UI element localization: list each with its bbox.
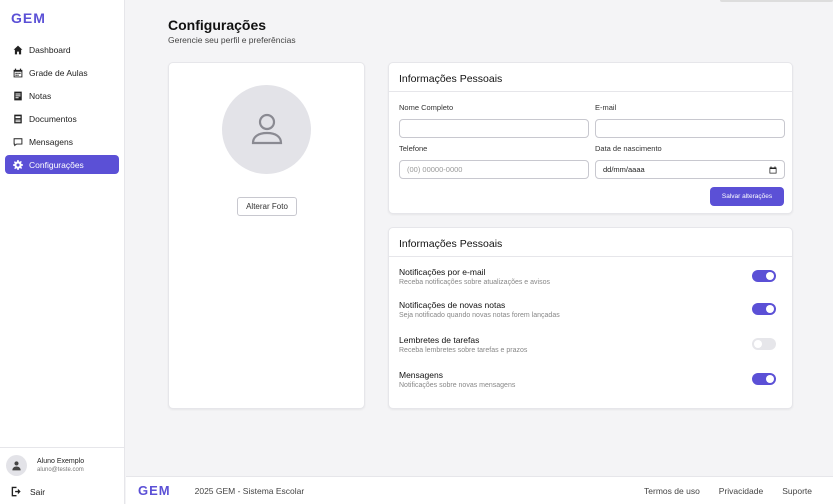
- notification-title: Notificações de novas notas: [399, 300, 506, 310]
- toggle-knob: [754, 340, 762, 348]
- card-title: Informações Pessoais: [399, 73, 503, 85]
- sidebar-item-notas[interactable]: Notas: [5, 86, 119, 105]
- profile-photo-card: Alterar Foto: [168, 62, 365, 409]
- sidebar-nav: Dashboard Grade de Aulas Notas Documento…: [5, 40, 119, 178]
- toggle-knob: [766, 272, 774, 280]
- sidebar-item-configuracoes[interactable]: Configurações: [5, 155, 119, 174]
- sidebar-item-dashboard[interactable]: Dashboard: [5, 40, 119, 59]
- logout-label: Sair: [30, 486, 46, 497]
- document-icon: [12, 113, 23, 124]
- phone-field[interactable]: (00) 00000-0000: [399, 160, 589, 179]
- birth-date-field[interactable]: dd/mm/aaaa: [595, 160, 785, 179]
- messages-toggle[interactable]: [752, 373, 776, 385]
- footer-links: Termos de uso Privacidade Suporte: [625, 486, 812, 496]
- footer-link-support[interactable]: Suporte: [782, 486, 812, 496]
- sidebar: GEM Dashboard Grade de Aulas Notas Docum…: [0, 0, 125, 504]
- logout-button[interactable]: Sair: [6, 486, 119, 497]
- notification-grades: Notificações de novas notas Seja notific…: [399, 300, 784, 319]
- page-title: Configurações: [168, 17, 267, 33]
- notification-email: Notificações por e-mail Receba notificaç…: [399, 267, 784, 286]
- sidebar-item-label: Notas: [29, 90, 52, 101]
- notification-title: Notificações por e-mail: [399, 267, 486, 277]
- sidebar-item-label: Documentos: [29, 113, 77, 124]
- phone-label: Telefone: [399, 144, 428, 153]
- profile-photo: [222, 85, 311, 174]
- page-subtitle: Gerencie seu perfil e preferências: [168, 35, 296, 45]
- divider: [389, 91, 792, 92]
- sidebar-item-label: Grade de Aulas: [29, 67, 88, 78]
- notification-description: Receba lembretes sobre tarefas e prazos: [399, 347, 528, 354]
- notification-messages: Mensagens Notificações sobre novas mensa…: [399, 370, 784, 389]
- sidebar-item-label: Mensagens: [29, 136, 73, 147]
- user-profile[interactable]: Aluno Exemplo aluno@teste.com: [6, 455, 119, 476]
- footer: GEM 2025 GEM - Sistema Escolar Termos de…: [126, 476, 833, 504]
- birth-date-label: Data de nascimento: [595, 144, 662, 153]
- logout-icon: [11, 486, 21, 497]
- notification-title: Lembretes de tarefas: [399, 335, 480, 345]
- change-photo-button[interactable]: Alterar Foto: [237, 197, 297, 216]
- sidebar-item-grade-de-aulas[interactable]: Grade de Aulas: [5, 63, 119, 82]
- calendar-icon: [12, 67, 23, 78]
- email-label: E-mail: [595, 103, 617, 112]
- sidebar-item-mensagens[interactable]: Mensagens: [5, 132, 119, 151]
- footer-logo: GEM: [138, 483, 171, 498]
- gear-icon: [12, 159, 23, 170]
- user-email: aluno@teste.com: [37, 467, 84, 473]
- email-notifications-toggle[interactable]: [752, 270, 776, 282]
- user-name: Aluno Exemplo: [37, 458, 85, 465]
- top-divider: [720, 0, 833, 2]
- calendar-icon: [769, 166, 777, 173]
- notification-title: Mensagens: [399, 370, 443, 380]
- footer-link-terms[interactable]: Termos de uso: [644, 486, 700, 496]
- grades-notifications-toggle[interactable]: [752, 303, 776, 315]
- name-field[interactable]: [399, 119, 589, 138]
- notes-icon: [12, 90, 23, 101]
- divider: [389, 256, 792, 257]
- birth-date-placeholder: dd/mm/aaaa: [603, 165, 645, 174]
- notification-description: Seja notificado quando novas notas forem…: [399, 312, 560, 319]
- footer-link-privacy[interactable]: Privacidade: [719, 486, 763, 496]
- footer-copyright: 2025 GEM - Sistema Escolar: [194, 485, 305, 496]
- avatar: [6, 455, 27, 476]
- personal-info-card: Informações Pessoais Nome Completo E-mai…: [388, 62, 793, 214]
- message-icon: [12, 136, 23, 147]
- sidebar-item-label: Dashboard: [29, 44, 71, 55]
- user-panel: Aluno Exemplo aluno@teste.com Sair: [0, 447, 125, 504]
- sidebar-item-documentos[interactable]: Documentos: [5, 109, 119, 128]
- notification-reminders: Lembretes de tarefas Receba lembretes so…: [399, 335, 784, 354]
- app-logo[interactable]: GEM: [11, 10, 46, 26]
- reminders-toggle[interactable]: [752, 338, 776, 350]
- save-button[interactable]: Salvar alterações: [710, 187, 784, 206]
- toggle-knob: [766, 375, 774, 383]
- user-icon: [12, 461, 21, 471]
- notification-description: Notificações sobre novas mensagens: [399, 382, 516, 389]
- card-title: Informações Pessoais: [399, 238, 503, 250]
- main-content: Configurações Gerencie seu perfil e pref…: [126, 0, 833, 476]
- home-icon: [12, 44, 23, 55]
- toggle-knob: [766, 305, 774, 313]
- sidebar-item-label: Configurações: [29, 159, 84, 170]
- user-icon: [251, 113, 282, 144]
- email-field[interactable]: [595, 119, 785, 138]
- name-label: Nome Completo: [399, 103, 454, 112]
- notification-description: Receba notificações sobre atualizações e…: [399, 279, 550, 286]
- notifications-card: Informações Pessoais Notificações por e-…: [388, 227, 793, 409]
